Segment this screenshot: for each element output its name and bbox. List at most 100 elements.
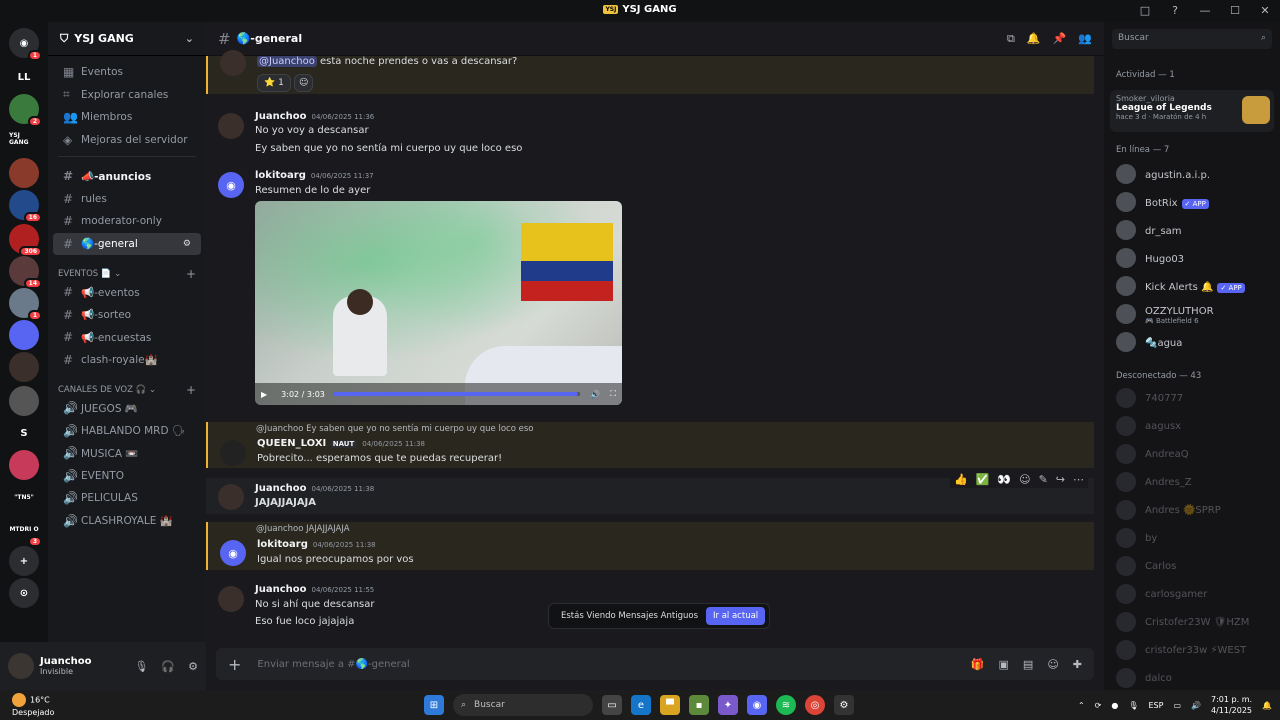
settings-icon[interactable]: ⚙ [183, 239, 191, 249]
server-car[interactable] [9, 386, 39, 416]
server-s[interactable]: S [9, 418, 39, 448]
member-item[interactable]: 🔩agua [1116, 330, 1276, 354]
avatar[interactable] [218, 113, 244, 139]
channel-item[interactable]: # 📢-sorteo [53, 304, 201, 327]
inbox-icon[interactable]: □ [1130, 0, 1160, 22]
server-brown[interactable]: 14 [9, 256, 42, 289]
server-grey[interactable]: 1 [9, 288, 42, 321]
member-item-offline[interactable]: carlosgamer [1116, 582, 1276, 606]
member-item[interactable]: BotRix ✓ APP [1116, 190, 1276, 214]
channel-item[interactable]: # 📢-eventos [53, 281, 201, 304]
folder-icon[interactable] [9, 320, 39, 350]
volume-icon[interactable]: 🔊 [590, 390, 600, 399]
message-composer[interactable]: + Enviar mensaje a #🌎-general 🎁 ▣ ▤ ☺ ✚ [216, 648, 1094, 680]
channel-general[interactable]: # 🌎-general ⚙ [53, 232, 201, 255]
threads-icon[interactable]: ⧉ [1007, 32, 1015, 46]
chevron-down-icon[interactable]: ⌄ [185, 32, 194, 45]
message-author[interactable]: Juanchoo [255, 111, 307, 122]
member-item-offline[interactable]: Cristofer23W 🛡HZM [1116, 610, 1276, 634]
discord-avatar-icon[interactable]: ◉ [218, 172, 244, 198]
channel-item[interactable]: 🔊 CLASHROYALE 🏰 [53, 510, 201, 533]
gear-icon[interactable]: ⚙ [188, 660, 198, 673]
message-author[interactable]: QUEEN_LOXI [257, 438, 326, 449]
discord-avatar-icon[interactable]: ◉ [220, 540, 246, 566]
channel-rules[interactable]: # rules [53, 188, 201, 211]
forward-icon[interactable]: ↪ [1056, 473, 1065, 486]
weather-widget[interactable]: 16°C Despejado [12, 693, 54, 718]
upload-plus-icon[interactable]: + [228, 655, 241, 674]
member-item-offline[interactable]: cristofer33w ⚡WEST [1116, 638, 1276, 662]
edge-icon[interactable]: e [631, 695, 651, 715]
pin-icon[interactable]: 📌 [1053, 32, 1067, 46]
eyes-reaction[interactable]: 👀 [997, 473, 1011, 486]
microphone-icon[interactable]: 🎙 [134, 660, 148, 673]
search-input[interactable]: Buscar ⌕ [1112, 29, 1272, 49]
chevron-up-icon[interactable]: ⌃ [1078, 701, 1085, 710]
video-player[interactable]: ▶ 3:02 / 3:03 🔊 ⛶ [255, 201, 622, 405]
clock[interactable]: 7:01 p. m. 4/11/2025 [1211, 694, 1252, 716]
add-reaction-icon[interactable]: ☺ [294, 74, 314, 92]
channel-item[interactable]: 🔊 PELICULAS [53, 487, 201, 510]
member-list-icon[interactable]: 👥 [1078, 32, 1092, 46]
notification-icon[interactable]: 🔔 [1262, 701, 1272, 710]
thumbs-up-reaction[interactable]: 👍 [954, 473, 968, 486]
member-item-offline[interactable]: Andres 🌞SPRP [1116, 498, 1276, 522]
avatar[interactable] [218, 484, 244, 510]
play-icon[interactable]: ▶ [261, 390, 267, 399]
message-author[interactable]: lokitoarg [257, 539, 308, 550]
mic-tray-icon[interactable]: 🎙 [1128, 701, 1138, 710]
activity-card[interactable]: Smoker_viloria League of Legends hace 3 … [1110, 90, 1274, 132]
channel-moderator-only[interactable]: # moderator-only [53, 210, 201, 233]
add-reaction-icon[interactable]: ☺ [1019, 473, 1030, 486]
fullscreen-icon[interactable]: ⛶ [610, 389, 616, 399]
message-author[interactable]: lokitoarg [255, 170, 306, 181]
member-item-offline[interactable]: 740777 [1116, 386, 1276, 410]
member-item[interactable]: Kick Alerts 🔔 ✓ APP [1116, 274, 1276, 298]
jump-to-present-button[interactable]: Ir al actual [706, 607, 766, 625]
help-icon[interactable]: ? [1160, 0, 1190, 22]
message-author[interactable]: Juanchoo [255, 483, 307, 494]
minecraft-icon[interactable]: ▪ [689, 695, 709, 715]
gif-icon[interactable]: ▣ [999, 658, 1009, 671]
app-tray-icon[interactable]: ● [1111, 701, 1118, 710]
server-ysj[interactable]: YSJ GANG [9, 124, 39, 154]
copilot-icon[interactable]: ✦ [718, 695, 738, 715]
add-server-icon[interactable]: + [9, 546, 39, 576]
member-item-offline[interactable]: dalco [1116, 666, 1276, 690]
task-view-icon[interactable]: ▭ [602, 695, 622, 715]
member-item-offline[interactable]: Carlos [1116, 554, 1276, 578]
nav-explorar[interactable]: ⌗ Explorar canales [53, 84, 201, 107]
discord-taskbar-icon[interactable]: ◉ [747, 695, 767, 715]
server-dark[interactable] [9, 352, 39, 382]
category-eventos[interactable]: EVENTOS 📄 ⌄ + [48, 259, 206, 281]
more-icon[interactable]: ⋯ [1073, 473, 1084, 486]
file-explorer-icon[interactable]: ▀ [660, 695, 680, 715]
reaction-star[interactable]: ⭐ 1 [257, 74, 291, 92]
member-item-offline[interactable]: Andres_Z [1116, 470, 1276, 494]
server-pink[interactable] [9, 450, 39, 480]
channel-item[interactable]: 🔊 MUSICA 📼 [53, 442, 201, 465]
maximize-button[interactable]: ☐ [1220, 0, 1250, 22]
apps-icon[interactable]: ✚ [1073, 658, 1082, 671]
sync-icon[interactable]: ⟳ [1095, 701, 1102, 710]
server-green[interactable]: 2 [9, 94, 42, 127]
add-channel-icon[interactable]: + [186, 383, 196, 397]
bell-icon[interactable]: 🔔 [1027, 32, 1041, 46]
channel-item[interactable]: # 📢-encuestas [53, 326, 201, 349]
gift-icon[interactable]: 🎁 [971, 658, 985, 671]
message-input[interactable]: Enviar mensaje a #🌎-general [257, 659, 409, 670]
avatar[interactable] [8, 653, 34, 679]
member-item[interactable]: Hugo03 [1116, 246, 1276, 270]
edit-icon[interactable]: ✎ [1039, 473, 1048, 486]
nav-miembros[interactable]: 👥 Miembros [53, 106, 201, 129]
language-indicator[interactable]: ESP [1149, 701, 1164, 710]
reply-preview[interactable]: @Juanchoo Ey saben que yo no sentía mi c… [256, 424, 533, 434]
server-tn5[interactable]: "TN5" [9, 482, 39, 512]
server-mtdrio[interactable]: MTDRI O3 [9, 514, 42, 547]
channel-item[interactable]: # clash-royale🏰 [53, 349, 201, 372]
windows-start-icon[interactable]: ⊞ [424, 695, 444, 715]
avatar[interactable] [220, 440, 246, 466]
member-item-offline[interactable]: AndreaQ [1116, 442, 1276, 466]
check-reaction[interactable]: ✅ [976, 473, 990, 486]
message-author[interactable]: Juanchoo [255, 584, 307, 595]
